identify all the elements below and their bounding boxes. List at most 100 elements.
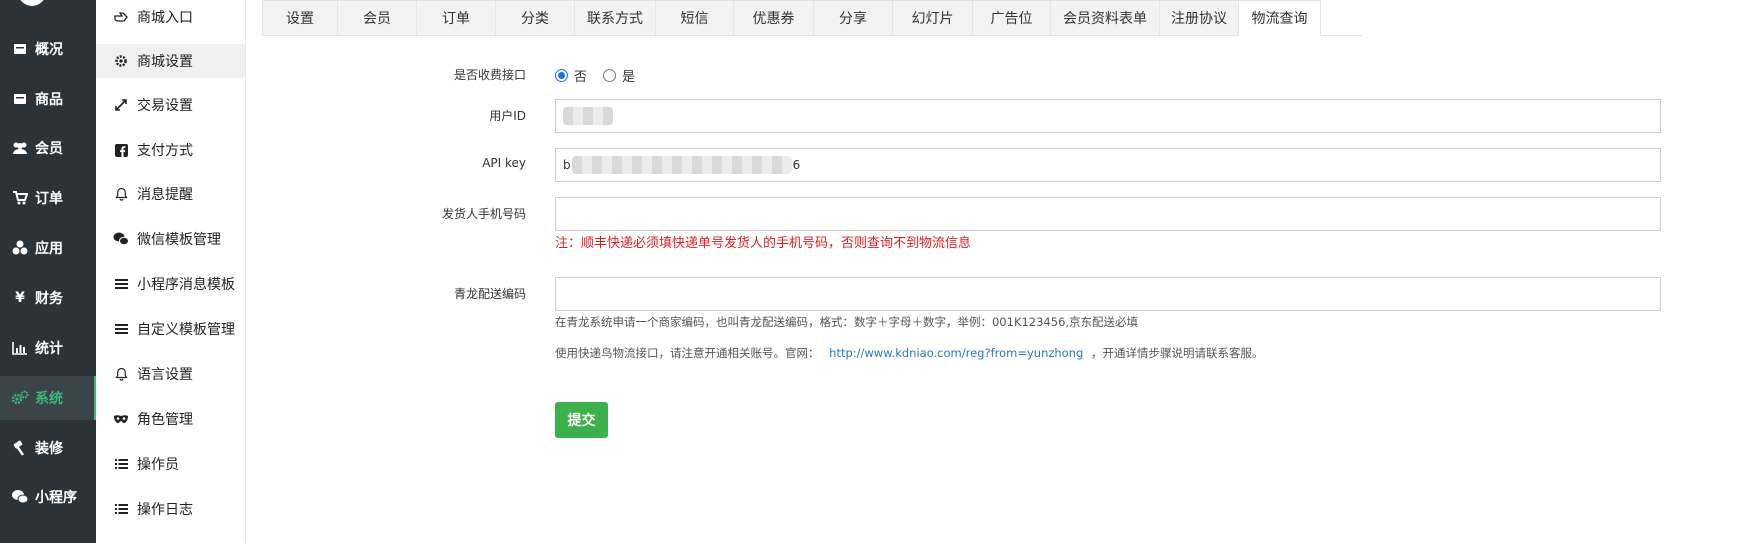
radio-yes[interactable] bbox=[603, 69, 617, 82]
dashboard-icon bbox=[11, 40, 29, 58]
sidebar-item-label: 操作员 bbox=[137, 457, 179, 473]
nav-item-label: 会员 bbox=[35, 141, 63, 157]
cart-icon bbox=[11, 189, 29, 207]
api-key-label: API key bbox=[482, 156, 526, 170]
sidebar-item-label: 商城入口 bbox=[137, 10, 193, 26]
nav-item-decorate[interactable]: 装修 bbox=[0, 426, 96, 470]
facebook-square-icon bbox=[113, 142, 129, 158]
redacted-value bbox=[571, 156, 792, 174]
tab-bar: 设置 会员 订单 分类 联系方式 短信 优惠券 分享 幻灯片 广告位 会员资料表… bbox=[262, 0, 1321, 36]
sender-phone-label: 发货人手机号码 bbox=[441, 207, 526, 221]
nav-item-label: 装修 bbox=[35, 441, 63, 457]
usage-help-prefix: 使用快递鸟物流接口，请注意开通相关账号。官网： bbox=[555, 346, 820, 360]
nav-item-label: 统计 bbox=[35, 341, 63, 357]
nav-item-label: 概况 bbox=[35, 42, 63, 58]
paid-api-label: 是否收费接口 bbox=[453, 68, 526, 82]
api-key-input[interactable]: b 6 bbox=[555, 148, 1661, 182]
nav-item-goods[interactable]: 商品 bbox=[0, 77, 96, 121]
tab-sms[interactable]: 短信 bbox=[656, 0, 734, 36]
box-icon bbox=[11, 90, 29, 108]
sidebar-item-miniprogram-templates[interactable]: 小程序消息模板 bbox=[96, 267, 245, 301]
bar-chart-icon bbox=[11, 339, 29, 357]
wechat-icon bbox=[113, 231, 129, 247]
sidebar-item-payment[interactable]: 支付方式 bbox=[96, 133, 245, 167]
redacted-value bbox=[563, 107, 613, 125]
tab-share[interactable]: 分享 bbox=[814, 0, 893, 36]
tab-slides[interactable]: 幻灯片 bbox=[893, 0, 973, 36]
kdniao-link[interactable]: http://www.kdniao.com/reg?from=yunzhong bbox=[829, 346, 1083, 360]
tab-categories[interactable]: 分类 bbox=[496, 0, 575, 36]
nav-item-orders[interactable]: 订单 bbox=[0, 176, 96, 220]
gears-icon bbox=[11, 389, 29, 407]
radio-no-label: 否 bbox=[574, 70, 588, 85]
sidebar-item-label: 小程序消息模板 bbox=[137, 277, 235, 293]
tab-ad-slots[interactable]: 广告位 bbox=[973, 0, 1051, 36]
nav-item-overview[interactable]: 概况 bbox=[0, 27, 96, 71]
nav-item-apps[interactable]: 应用 bbox=[0, 226, 96, 270]
paid-api-radio-group: 否 是 bbox=[555, 66, 635, 85]
sidebar-item-mall-entry[interactable]: 商城入口 bbox=[96, 0, 245, 34]
nav-item-finance[interactable]: ¥ 财务 bbox=[0, 276, 96, 320]
tab-coupons[interactable]: 优惠券 bbox=[734, 0, 814, 36]
nav-item-label: 系统 bbox=[35, 391, 63, 407]
yen-icon: ¥ bbox=[15, 290, 25, 306]
bell-icon bbox=[113, 186, 129, 202]
submit-button[interactable]: 提交 bbox=[555, 402, 608, 438]
nav-item-label: 订单 bbox=[35, 191, 63, 207]
tab-registration-agreement[interactable]: 注册协议 bbox=[1160, 0, 1239, 36]
list-icon bbox=[113, 321, 129, 337]
sidebar-item-language[interactable]: 语言设置 bbox=[96, 357, 245, 391]
list-ul-icon bbox=[113, 501, 129, 517]
nav-item-label: 小程序 bbox=[35, 490, 77, 506]
radio-no[interactable] bbox=[555, 69, 568, 82]
sidebar-item-label: 交易设置 bbox=[137, 98, 193, 114]
tab-orders[interactable]: 订单 bbox=[417, 0, 496, 36]
nav-item-label: 商品 bbox=[35, 92, 63, 108]
nav-item-system[interactable]: 系统 bbox=[0, 376, 96, 420]
radio-yes-label: 是 bbox=[622, 70, 636, 85]
nav-item-stats[interactable]: 统计 bbox=[0, 326, 96, 370]
sidebar-item-roles[interactable]: 角色管理 bbox=[96, 402, 245, 436]
list-ul-icon bbox=[113, 456, 129, 472]
secondary-sidebar: 商城入口 商城设置 交易设置 支付方式 消息提醒 微信模板管理 小程序消息模板 … bbox=[96, 0, 246, 543]
api-key-prefix: b bbox=[563, 158, 571, 172]
tab-member-form[interactable]: 会员资料表单 bbox=[1051, 0, 1160, 36]
qinglong-input[interactable] bbox=[555, 277, 1661, 311]
tab-members[interactable]: 会员 bbox=[338, 0, 417, 36]
qinglong-help: 在青龙系统申请一个商家编码，也叫青龙配送编码，格式：数字＋字母＋数字，举例：00… bbox=[555, 315, 1139, 329]
avatar[interactable] bbox=[18, 0, 46, 6]
hand-point-icon bbox=[113, 9, 129, 25]
sidebar-item-label: 操作日志 bbox=[137, 502, 193, 518]
sidebar-item-label: 支付方式 bbox=[137, 143, 193, 159]
exchange-icon bbox=[113, 97, 129, 113]
sidebar-item-notifications[interactable]: 消息提醒 bbox=[96, 177, 245, 211]
sidebar-item-trade-settings[interactable]: 交易设置 bbox=[96, 88, 245, 122]
users-icon bbox=[11, 139, 29, 157]
nav-item-miniprogram[interactable]: 小程序 bbox=[0, 475, 96, 519]
sidebar-item-label: 角色管理 bbox=[137, 412, 193, 428]
sender-phone-input[interactable] bbox=[555, 197, 1661, 231]
wechat-icon bbox=[11, 488, 29, 506]
user-id-input[interactable] bbox=[555, 99, 1661, 133]
sender-phone-note: 注：顺丰快递必须填快递单号发货人的手机号码，否则查询不到物流信息 bbox=[555, 236, 972, 251]
primary-sidebar: 概况 商品 会员 订单 应用 ¥ 财务 统计 系统 装修 小程序 bbox=[0, 0, 96, 543]
sidebar-item-label: 商城设置 bbox=[137, 54, 193, 70]
list-icon bbox=[113, 276, 129, 292]
sidebar-item-mall-settings[interactable]: 商城设置 bbox=[96, 44, 245, 78]
sidebar-item-wechat-templates[interactable]: 微信模板管理 bbox=[96, 222, 245, 256]
sidebar-item-label: 微信模板管理 bbox=[137, 232, 221, 248]
tab-settings[interactable]: 设置 bbox=[262, 0, 338, 36]
gear-icon bbox=[113, 53, 129, 69]
nav-item-label: 应用 bbox=[35, 241, 63, 257]
sidebar-item-label: 消息提醒 bbox=[137, 187, 193, 203]
nav-item-members[interactable]: 会员 bbox=[0, 126, 96, 170]
bell-icon bbox=[113, 366, 129, 382]
api-key-suffix: 6 bbox=[792, 158, 801, 172]
sidebar-item-custom-templates[interactable]: 自定义模板管理 bbox=[96, 312, 245, 346]
usage-help: 使用快递鸟物流接口，请注意开通相关账号。官网： http://www.kdnia… bbox=[555, 345, 1263, 361]
sidebar-item-operators[interactable]: 操作员 bbox=[96, 447, 245, 481]
tab-logistics-query[interactable]: 物流查询 bbox=[1239, 0, 1321, 36]
sidebar-item-operation-log[interactable]: 操作日志 bbox=[96, 492, 245, 526]
usage-help-suffix: ，开通详情步骤说明请联系客服。 bbox=[1090, 346, 1264, 360]
tab-contact[interactable]: 联系方式 bbox=[575, 0, 656, 36]
